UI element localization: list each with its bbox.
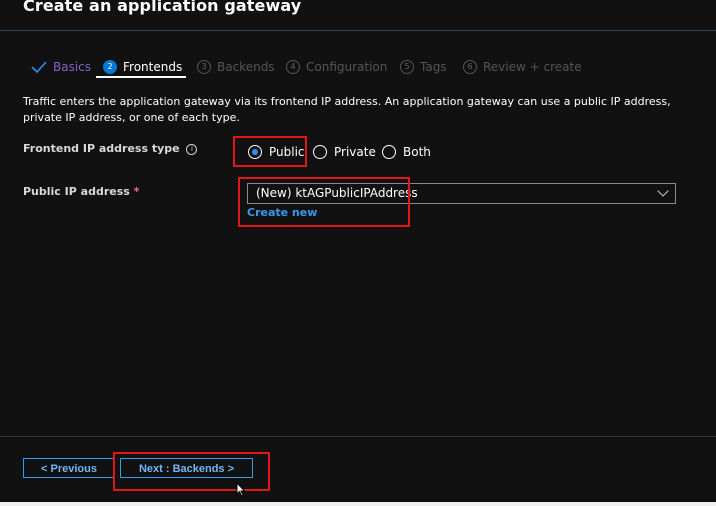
tab-label: Backends [217,60,275,74]
section-description: Traffic enters the application gateway v… [23,95,671,124]
previous-button[interactable]: < Previous [23,458,115,478]
step-number-badge: 3 [197,60,211,74]
active-tab-indicator [96,76,186,78]
window-bottom-edge [0,502,716,506]
footer-divider [0,436,716,437]
highlight-box-public [233,136,307,167]
step-number-badge: 4 [286,60,300,74]
radio-label: Private [334,145,376,159]
checkmark-icon [31,61,47,73]
tab-frontends[interactable]: 2 Frontends [103,58,182,76]
step-number-badge: 2 [103,60,117,74]
tab-configuration[interactable]: 4 Configuration [286,58,387,76]
step-number-badge: 6 [463,60,477,74]
radio-both[interactable]: Both [382,145,431,159]
radio-label: Both [403,145,431,159]
mouse-cursor-icon [236,482,246,497]
tab-label: Basics [53,60,92,74]
highlight-box-public-ip [238,177,410,227]
chevron-down-icon [657,185,669,197]
tab-basics[interactable]: Basics [31,58,91,76]
tab-tags[interactable]: 5 Tags [400,58,447,76]
tab-label: Review + create [483,60,582,74]
tab-label: Tags [420,60,447,74]
public-ip-label: Public IP address * [23,185,140,198]
step-number-badge: 5 [400,60,414,74]
radio-empty-icon [382,145,396,159]
frontend-ip-type-label: Frontend IP address type i [23,142,198,155]
tab-label: Frontends [123,60,183,74]
tab-backends[interactable]: 3 Backends [197,58,275,76]
info-icon[interactable]: i [186,143,198,155]
highlight-box-next [113,452,270,491]
page-title: Create an application gateway [23,0,302,15]
radio-private[interactable]: Private [313,145,376,159]
tab-review-create[interactable]: 6 Review + create [463,58,582,76]
required-marker: * [133,185,140,198]
radio-empty-icon [313,145,327,159]
tab-label: Configuration [306,60,388,74]
header-divider [0,30,716,31]
